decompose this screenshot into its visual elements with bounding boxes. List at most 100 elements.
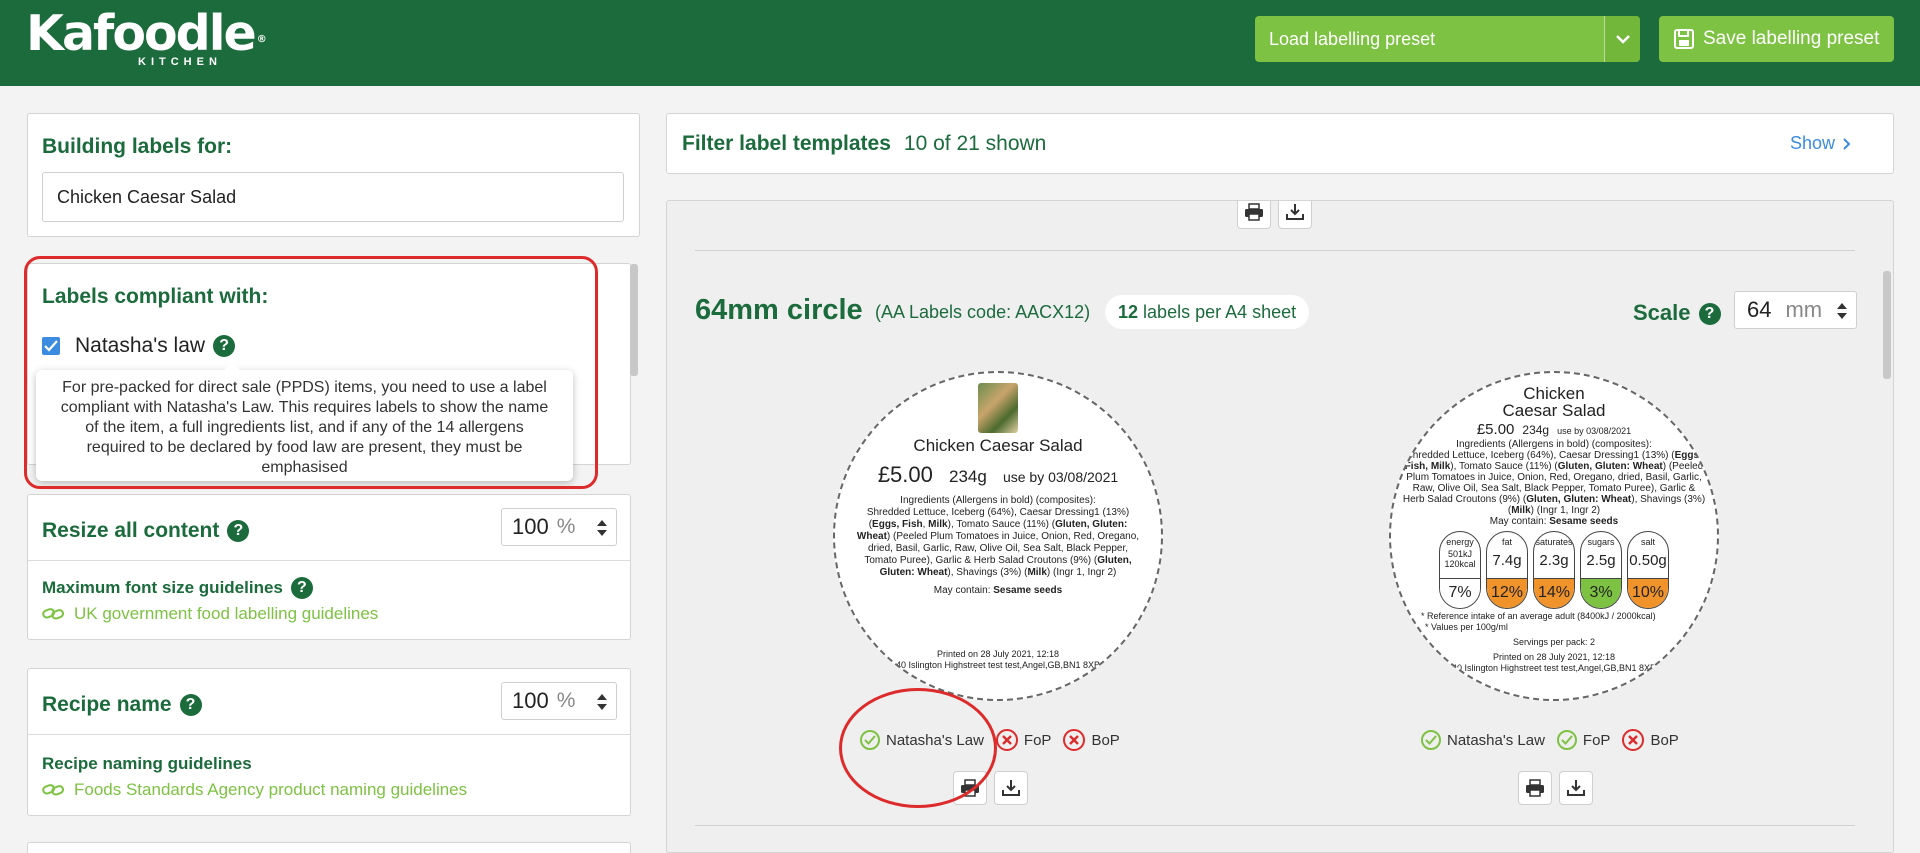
cross-icon xyxy=(1063,729,1086,751)
compliance-fop: FoP xyxy=(1556,730,1610,750)
link-icon xyxy=(42,783,64,797)
recipe-name-value: 100 xyxy=(512,688,549,713)
label-notes: * Reference intake of an average adult (… xyxy=(1421,611,1656,632)
label-footer: Printed on 28 July 2021, 12:18 40 Isling… xyxy=(895,649,1101,670)
top-bar: Kafoodle ® KITCHEN Load labelling preset … xyxy=(0,0,1920,86)
printer-icon xyxy=(1526,779,1544,797)
cross-icon xyxy=(995,729,1018,751)
label-weight: 234g xyxy=(949,467,987,486)
label-ingredients: Ingredients (Allergens in bold) (composi… xyxy=(853,495,1143,597)
stepper-arrows-icon[interactable] xyxy=(596,518,608,538)
label-weight: 234g xyxy=(1522,423,1550,437)
compliance-bop: BoP xyxy=(1063,729,1120,751)
traffic-light-fat: fat 7.4g 12% xyxy=(1486,531,1528,609)
font-size-guidelines: Maximum font size guidelines ? xyxy=(42,577,313,599)
uk-gov-labelling-link-text: UK government food labelling guidelines xyxy=(74,604,379,623)
divider xyxy=(28,734,630,735)
building-labels-panel: Building labels for: Chicken Caesar Sala… xyxy=(27,113,640,237)
scale-unit: mm xyxy=(1785,297,1823,322)
download-button[interactable] xyxy=(1559,771,1593,805)
show-filters-label: Show xyxy=(1789,133,1835,153)
label-price-row: £5.00 234g use by 03/08/2021 xyxy=(1391,421,1717,438)
traffic-light-saturates: saturates 2.3g 14% xyxy=(1533,531,1575,609)
label-use-by: use by 03/08/2021 xyxy=(1002,469,1119,485)
fsa-naming-link[interactable]: Foods Standards Agency product naming gu… xyxy=(42,780,467,800)
scale-label: Scale? xyxy=(1633,300,1721,326)
compliance-fop: FoP xyxy=(995,729,1051,751)
label-price: £5.00 xyxy=(1476,421,1515,438)
label-use-by: use by 03/08/2021 xyxy=(1557,426,1632,436)
resize-content-stepper[interactable]: 100 % xyxy=(501,508,617,546)
download-button[interactable] xyxy=(994,771,1028,805)
left-scrollbar-thumb[interactable] xyxy=(630,264,638,376)
traffic-light-panel: energy 501kJ 120kcal 7% fat 7.4g 12% sat… xyxy=(1391,531,1717,609)
highlight-circle xyxy=(839,688,997,808)
building-labels-title: Building labels for: xyxy=(42,135,233,158)
label-price: £5.00 xyxy=(877,462,933,487)
logo-subtitle: KITCHEN xyxy=(138,56,222,68)
highlight-frame xyxy=(24,256,598,489)
check-icon xyxy=(1556,730,1577,750)
floppy-disk-icon xyxy=(1673,28,1695,50)
download-icon xyxy=(1002,780,1020,796)
resize-content-value: 100 xyxy=(512,514,549,539)
filter-templates-bar: Filter label templates 10 of 21 shown Sh… xyxy=(666,113,1894,174)
show-filters-button[interactable]: Show xyxy=(1790,133,1851,154)
label-footer: Servings per pack: 2 Printed on 28 July … xyxy=(1451,637,1657,673)
ingredients-intro: Ingredients (Allergens in bold) (composi… xyxy=(900,495,1096,506)
scale-stepper[interactable]: 64 mm xyxy=(1734,291,1857,329)
chevron-right-icon xyxy=(1843,137,1851,150)
print-button[interactable] xyxy=(1237,201,1271,229)
filter-templates-title: Filter label templates xyxy=(682,131,891,155)
load-preset-label: Load labelling preset xyxy=(1269,29,1436,49)
printer-icon xyxy=(1245,203,1263,221)
template-gallery: 64mm circle (AA Labels code: AACX12) 12 … xyxy=(666,200,1894,853)
save-preset-button[interactable]: Save labelling preset xyxy=(1659,16,1894,62)
chevron-down-icon[interactable] xyxy=(1604,16,1640,62)
label2-compliance: Natasha's Law FoP BoP xyxy=(1421,729,1691,751)
next-panel xyxy=(27,842,631,853)
labels-per-sheet-count: 12 xyxy=(1118,302,1139,322)
label-recipe-name: Chicken Caesar Salad xyxy=(913,436,1083,455)
labels-per-sheet-text: labels per A4 sheet xyxy=(1143,302,1297,322)
divider xyxy=(695,825,1855,826)
kafoodle-logo[interactable]: Kafoodle ® KITCHEN xyxy=(26,8,267,69)
divider xyxy=(695,250,1855,251)
help-icon[interactable]: ? xyxy=(179,694,202,717)
label-preview-fop[interactable]: Chicken Caesar Salad £5.00 234g use by 0… xyxy=(1389,371,1719,701)
recipe-input[interactable]: Chicken Caesar Salad xyxy=(42,172,624,222)
print-button[interactable] xyxy=(1518,771,1552,805)
scale-value: 64 xyxy=(1747,297,1772,322)
compliance-bop: BoP xyxy=(1622,729,1679,751)
cross-icon xyxy=(1622,729,1645,751)
label-preview-natashas-law[interactable]: Chicken Caesar Salad £5.00 234g use by 0… xyxy=(833,371,1163,701)
font-size-guidelines-title: Maximum font size guidelines xyxy=(42,578,283,597)
download-icon xyxy=(1286,204,1304,220)
percent-unit: % xyxy=(556,515,576,538)
save-preset-label: Save labelling preset xyxy=(1703,28,1880,49)
compliance-natashas-law: Natasha's Law xyxy=(1421,730,1545,750)
recipe-name-panel: Recipe name? 100 % Recipe naming guideli… xyxy=(27,668,631,816)
traffic-light-salt: salt 0.50g 10% xyxy=(1627,531,1669,609)
load-preset-dropdown[interactable]: Load labelling preset xyxy=(1255,16,1640,62)
stepper-arrows-icon[interactable] xyxy=(596,692,608,712)
labels-per-sheet-badge: 12 labels per A4 sheet xyxy=(1105,295,1310,329)
help-icon[interactable]: ? xyxy=(227,520,250,543)
logo-registered: ® xyxy=(256,34,267,45)
label-ingredients: Ingredients (Allergens in bold) (composi… xyxy=(1402,439,1706,527)
recipe-name-stepper[interactable]: 100 % xyxy=(501,682,617,720)
help-icon[interactable]: ? xyxy=(290,577,313,599)
stepper-arrows-icon[interactable] xyxy=(1836,301,1848,321)
template-title: 64mm circle xyxy=(695,294,863,326)
help-icon[interactable]: ? xyxy=(1698,303,1721,326)
recipe-photo xyxy=(978,383,1018,433)
uk-gov-labelling-link[interactable]: UK government food labelling guidelines xyxy=(42,604,378,624)
divider xyxy=(28,560,630,561)
gallery-scrollbar-thumb[interactable] xyxy=(1883,271,1891,379)
download-button[interactable] xyxy=(1278,201,1312,229)
download-icon xyxy=(1567,780,1585,796)
link-icon xyxy=(42,607,64,621)
traffic-light-energy: energy 501kJ 120kcal 7% xyxy=(1439,531,1481,609)
label-price-row: £5.00 234g use by 03/08/2021 xyxy=(835,462,1161,488)
check-icon xyxy=(1421,730,1441,750)
